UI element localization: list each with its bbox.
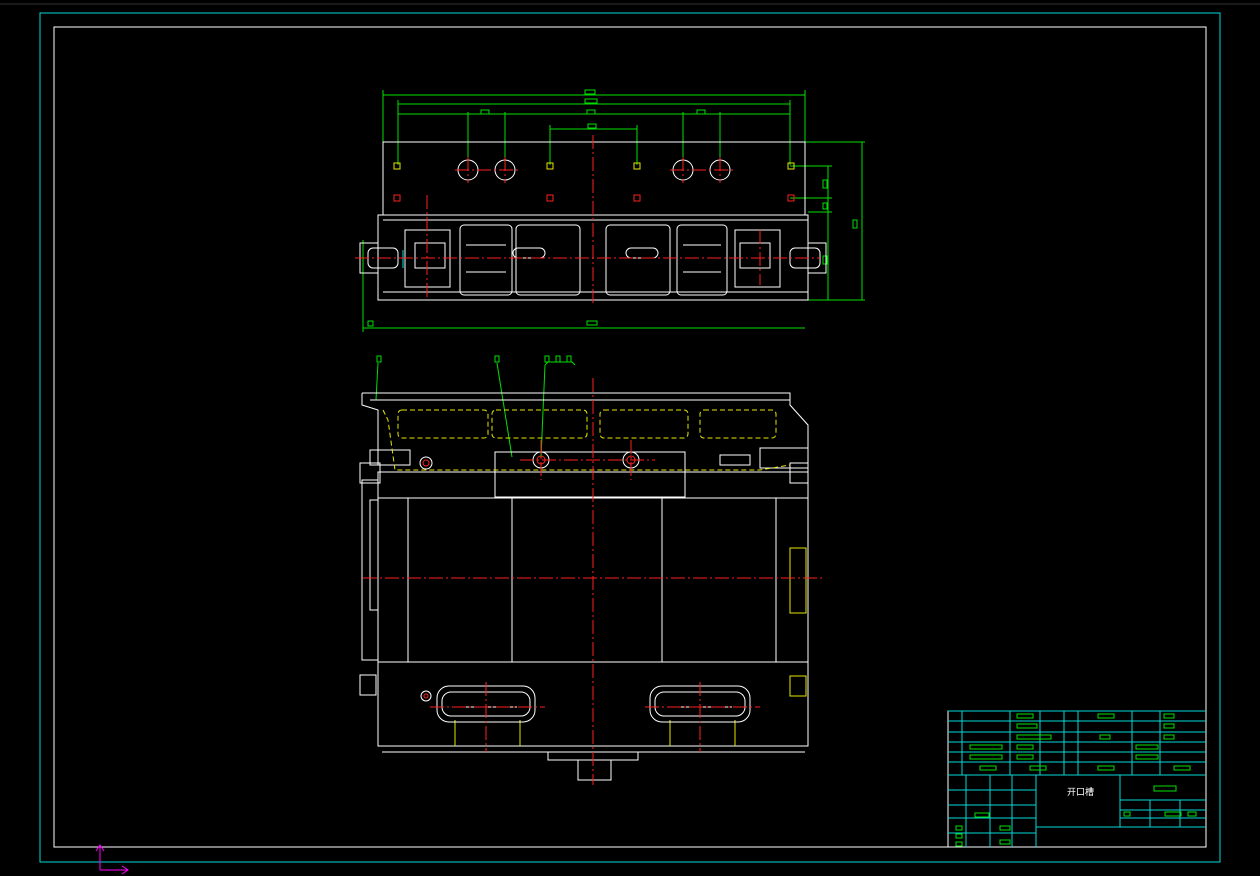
top-view (355, 89, 865, 332)
sheet-border (0, 3, 1260, 863)
front-holes (419, 451, 640, 702)
leaders (375, 355, 576, 459)
cad-drawing-canvas[interactable]: 开口槽 (0, 0, 1260, 876)
title-block: 开口槽 (947, 710, 1207, 848)
front-view (359, 355, 822, 785)
drawing-name: 开口槽 (1067, 786, 1094, 798)
top-holes (393, 159, 795, 202)
ucs-icon (95, 844, 129, 875)
top-dimensions (362, 89, 865, 332)
front-centerlines (363, 378, 822, 785)
